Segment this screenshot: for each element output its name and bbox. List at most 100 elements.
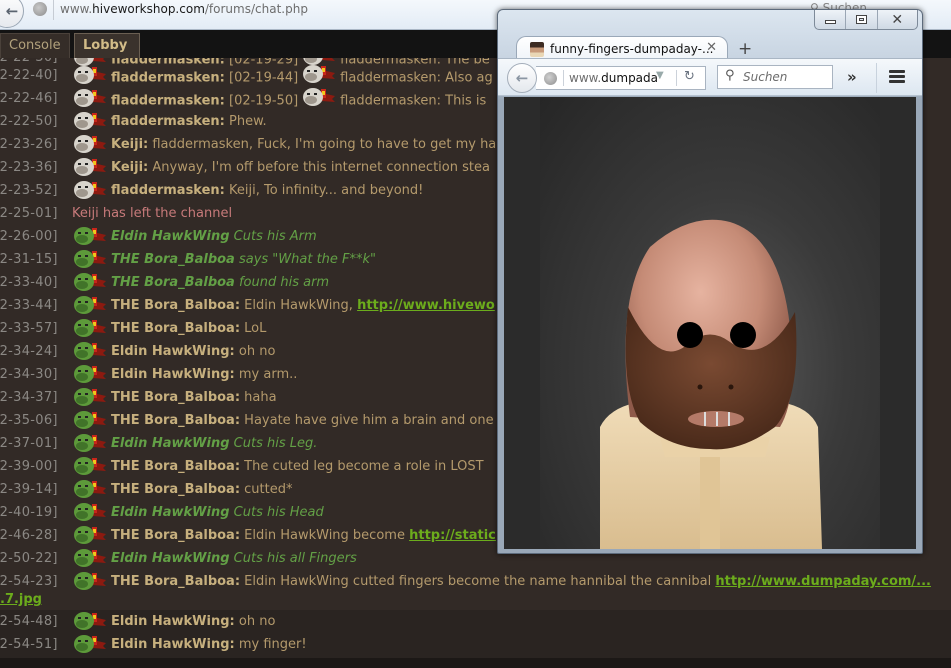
message-link[interactable]: http://www.dumpaday.com/... — [715, 574, 931, 589]
user-avatar-icon[interactable] — [73, 387, 107, 407]
user-avatar-icon[interactable] — [73, 111, 107, 131]
username[interactable]: Eldin HawkWing — [111, 505, 230, 520]
username[interactable]: fladdermasken: — [111, 71, 225, 86]
timestamp: 02-54-48] — [0, 614, 58, 629]
user-avatar-icon[interactable] — [73, 157, 107, 177]
user-avatar-icon[interactable] — [73, 502, 107, 522]
username[interactable]: THE Bora_Balboa: — [111, 459, 240, 474]
emote-message: THE Bora_Balboa found his arm — [111, 275, 329, 290]
favicon-icon — [530, 42, 544, 57]
user-avatar-icon[interactable] — [73, 479, 107, 499]
url-domain: dumpada — [601, 71, 659, 85]
message-body: THE Bora_Balboa: Eldin HawkWing, http://… — [111, 294, 495, 317]
username[interactable]: THE Bora_Balboa: — [111, 574, 240, 589]
user-avatar-icon[interactable] — [73, 249, 107, 269]
popup-search-field[interactable]: ⚲ Suchen — [717, 65, 833, 89]
username[interactable]: THE Bora_Balboa: — [111, 298, 240, 313]
user-avatar-icon[interactable] — [73, 272, 107, 292]
back-button[interactable]: ← — [0, 0, 24, 28]
message-text: [02-19-44] — [224, 70, 299, 86]
tab-console[interactable]: Console — [0, 33, 70, 58]
tab-lobby[interactable]: Lobby — [74, 33, 140, 58]
user-avatar-icon[interactable] — [73, 548, 107, 568]
address-bar[interactable]: www.hiveworkshop.com/forums/chat.php — [60, 0, 308, 18]
username[interactable]: Eldin HawkWing — [111, 436, 230, 451]
overflow-chevron-icon[interactable]: » — [847, 68, 857, 86]
user-avatar-icon[interactable] — [73, 134, 107, 154]
username[interactable]: THE Bora_Balboa: — [111, 321, 240, 336]
message-body: Eldin HawkWing Cuts his Head — [111, 501, 324, 524]
user-avatar-icon[interactable] — [73, 65, 107, 85]
username[interactable]: THE Bora_Balboa: — [111, 528, 240, 543]
separator — [563, 70, 564, 86]
user-avatar-icon[interactable] — [73, 180, 107, 200]
user-avatar-icon[interactable] — [73, 525, 107, 545]
username[interactable]: THE Bora_Balboa: — [111, 482, 240, 497]
username[interactable]: THE Bora_Balboa — [111, 275, 235, 290]
new-tab-button[interactable]: + — [738, 39, 752, 59]
username[interactable]: Eldin HawkWing: — [111, 344, 235, 359]
username[interactable]: Eldin HawkWing — [111, 551, 230, 566]
message-text: my finger! — [234, 637, 307, 652]
user-avatar-icon[interactable] — [73, 226, 107, 246]
popup-back-button[interactable]: ← — [507, 63, 537, 93]
popup-browser-window[interactable]: ✕ funny-fingers-dumpaday-... ✕ + www.dum… — [497, 9, 923, 554]
message-body: fladdermasken: Phew. — [111, 110, 267, 133]
message-link[interactable]: http://static — [409, 528, 496, 543]
message-text: Eldin HawkWing, — [240, 298, 353, 313]
username[interactable]: fladdermasken: — [111, 183, 225, 198]
user-avatar-icon[interactable] — [73, 364, 107, 384]
message-text: Anyway, I'm off before this internet con… — [148, 160, 490, 175]
message-text: Keiji, To infinity... and beyond! — [224, 183, 424, 198]
user-avatar-icon[interactable] — [73, 295, 107, 315]
user-avatar-icon[interactable] — [73, 634, 107, 654]
reload-icon[interactable]: ↻ — [684, 69, 695, 84]
timestamp: 02-39-00] — [0, 459, 58, 474]
username[interactable]: Eldin HawkWing — [111, 229, 230, 244]
hamburger-menu-icon[interactable] — [889, 70, 905, 84]
user-avatar-icon[interactable] — [73, 571, 107, 591]
username[interactable]: Keiji: — [111, 160, 148, 175]
popup-address-bar[interactable]: www.dumpada ▼ ↻ — [536, 66, 706, 90]
timestamp: 02-46-28] — [0, 528, 58, 543]
maximize-button[interactable] — [846, 10, 878, 29]
timestamp: 02-54-51] — [0, 637, 58, 652]
link[interactable]: .7.jpg — [0, 592, 42, 607]
message-body: THE Bora_Balboa: Hayate have give him a … — [111, 409, 494, 432]
username[interactable]: Eldin HawkWing: — [111, 367, 235, 382]
user-avatar-icon[interactable] — [73, 456, 107, 476]
username[interactable]: Keiji: — [111, 137, 148, 152]
tab-close-icon[interactable]: ✕ — [706, 40, 717, 55]
dropdown-arrow-icon[interactable]: ▼ — [656, 70, 664, 81]
emote-text: Cuts his all Fingers — [229, 551, 357, 566]
minimize-button[interactable] — [815, 10, 847, 29]
message-body: THE Bora_Balboa found his arm — [111, 271, 329, 294]
username[interactable]: THE Bora_Balboa: — [111, 390, 240, 405]
message-body: Eldin HawkWing: oh no — [111, 610, 275, 633]
username[interactable]: Eldin HawkWing: — [111, 637, 235, 652]
maximize-icon — [855, 15, 867, 24]
user-avatar-icon[interactable] — [73, 433, 107, 453]
user-avatar-icon[interactable] — [73, 88, 107, 108]
username[interactable]: fladdermasken: — [111, 94, 225, 109]
username[interactable]: THE Bora_Balboa — [111, 252, 235, 267]
message-text: oh no — [234, 344, 276, 359]
user-avatar-icon[interactable] — [73, 341, 107, 361]
close-window-button[interactable]: ✕ — [878, 10, 917, 29]
username[interactable]: fladdermasken: — [111, 114, 225, 129]
timestamp: 02-23-36] — [0, 160, 58, 175]
message-body: Eldin HawkWing Cuts his Arm — [111, 225, 317, 248]
user-avatar-icon[interactable] — [73, 410, 107, 430]
wrapped-link[interactable]: .7.jpg — [0, 592, 42, 608]
url-path: /forums/chat.php — [204, 2, 308, 16]
user-avatar-icon[interactable] — [73, 318, 107, 338]
user-avatar-icon[interactable] — [73, 611, 107, 631]
back-arrow-icon: ← — [5, 2, 19, 20]
message-link[interactable]: http://www.hivewo — [357, 298, 495, 313]
emote-message: THE Bora_Balboa says "What the F**k" — [111, 252, 376, 267]
message-text: oh no — [234, 614, 276, 629]
message-text: The cuted leg become a role in LOST — [240, 459, 484, 474]
username[interactable]: Eldin HawkWing: — [111, 614, 235, 629]
hannibal-finger-image — [540, 97, 880, 549]
username[interactable]: THE Bora_Balboa: — [111, 413, 240, 428]
